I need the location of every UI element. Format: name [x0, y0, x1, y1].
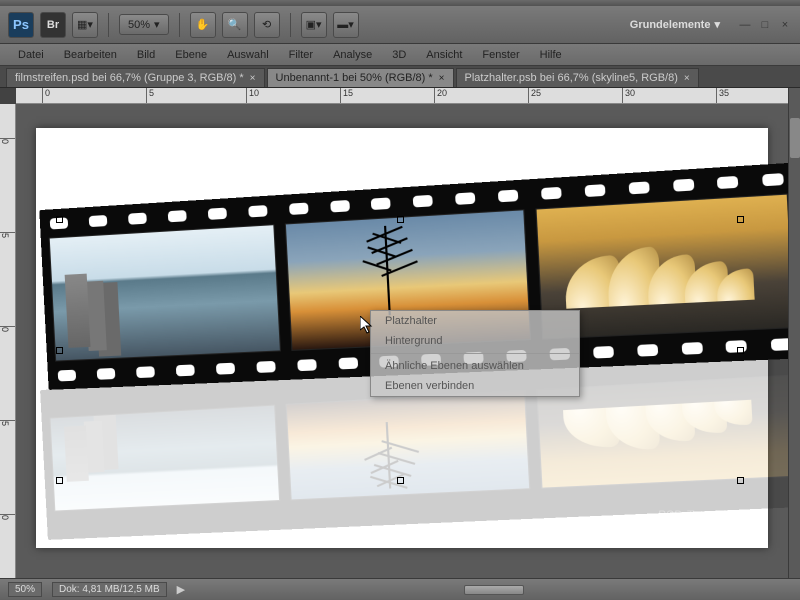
ruler-tick: 0	[0, 326, 16, 332]
ruler-tick: 35	[716, 88, 729, 104]
maximize-button[interactable]: □	[758, 18, 772, 32]
close-icon[interactable]: ×	[439, 73, 445, 84]
menu-auswahl[interactable]: Auswahl	[217, 46, 279, 64]
menu-3d[interactable]: 3D	[382, 46, 416, 64]
rotate-view-icon[interactable]: ⟲	[254, 12, 280, 38]
menu-fenster[interactable]: Fenster	[472, 46, 529, 64]
menu-bearbeiten[interactable]: Bearbeiten	[54, 46, 127, 64]
document-tab[interactable]: Platzhalter.psb bei 66,7% (skyline5, RGB…	[456, 68, 699, 87]
close-button[interactable]: ×	[778, 18, 792, 32]
ruler-tick: 10	[246, 88, 259, 104]
screen-mode-button[interactable]: ▬▾	[333, 12, 359, 38]
ruler-tick: 5	[146, 88, 154, 104]
menubar: Datei Bearbeiten Bild Ebene Auswahl Filt…	[0, 44, 800, 66]
ruler-tick: 5	[0, 420, 16, 426]
tab-label: filmstreifen.psd bei 66,7% (Gruppe 3, RG…	[15, 72, 244, 84]
close-icon[interactable]: ×	[250, 73, 256, 84]
scrollbar-thumb[interactable]	[464, 585, 524, 595]
status-doc-info[interactable]: Dok: 4,81 MB/12,5 MB	[52, 582, 167, 597]
transform-handle[interactable]	[397, 477, 404, 484]
transform-handle[interactable]	[737, 477, 744, 484]
separator	[179, 13, 180, 37]
options-toolbar: Ps Br ▦▾ 50%▾ ✋ 🔍 ⟲ ▣▾ ▬▾ Grundelemente▾…	[0, 6, 800, 44]
workspace-switcher[interactable]: Grundelemente▾	[630, 18, 720, 31]
ctx-item-platzhalter[interactable]: Platzhalter	[371, 311, 579, 331]
transform-handle[interactable]	[397, 216, 404, 223]
transform-handle[interactable]	[56, 477, 63, 484]
ruler-tick: 5	[0, 232, 16, 238]
arrange-docs-button[interactable]: ▣▾	[301, 12, 327, 38]
ruler-vertical[interactable]: 0 5 0 5 0	[0, 104, 16, 578]
minimize-button[interactable]: —	[738, 18, 752, 32]
right-panel-dock	[788, 88, 800, 578]
transform-handle[interactable]	[56, 216, 63, 223]
menu-separator	[371, 353, 579, 354]
transform-handle[interactable]	[737, 347, 744, 354]
ruler-tick: 30	[622, 88, 635, 104]
zoom-tool-icon[interactable]: 🔍	[222, 12, 248, 38]
separator	[290, 13, 291, 37]
zoom-select[interactable]: 50% ▾	[119, 14, 169, 35]
menu-filter[interactable]: Filter	[279, 46, 323, 64]
document-tab[interactable]: filmstreifen.psd bei 66,7% (Gruppe 3, RG…	[6, 68, 265, 87]
workspace-name: Grundelemente	[630, 19, 711, 31]
status-zoom[interactable]: 50%	[8, 582, 42, 597]
transform-handle[interactable]	[56, 347, 63, 354]
chevron-right-icon[interactable]: ▶	[177, 583, 185, 596]
scrollbar-horizontal[interactable]	[195, 585, 792, 595]
menu-analyse[interactable]: Analyse	[323, 46, 382, 64]
ruler-horizontal[interactable]: 0 5 10 15 20 25 30 35	[16, 88, 788, 104]
transform-handle[interactable]	[737, 216, 744, 223]
document-tab[interactable]: Unbenannt-1 bei 50% (RGB/8) * ×	[267, 68, 454, 87]
hand-tool-icon[interactable]: ✋	[190, 12, 216, 38]
statusbar: 50% Dok: 4,81 MB/12,5 MB ▶	[0, 578, 800, 600]
menu-datei[interactable]: Datei	[8, 46, 54, 64]
ruler-tick: 0	[0, 138, 16, 144]
ctx-item-merge-layers[interactable]: Ebenen verbinden	[371, 376, 579, 396]
watermark: PSD-Tutorials.de	[658, 508, 748, 522]
menu-bild[interactable]: Bild	[127, 46, 165, 64]
separator	[108, 13, 109, 37]
tab-label: Unbenannt-1 bei 50% (RGB/8) *	[276, 72, 433, 84]
ps-logo-button[interactable]: Ps	[8, 12, 34, 38]
panel-toggle[interactable]	[790, 118, 800, 158]
ruler-tick: 15	[340, 88, 353, 104]
ctx-item-hintergrund[interactable]: Hintergrund	[371, 331, 579, 351]
menu-ebene[interactable]: Ebene	[165, 46, 217, 64]
bridge-button[interactable]: Br	[40, 12, 66, 38]
tab-label: Platzhalter.psb bei 66,7% (skyline5, RGB…	[465, 72, 678, 84]
ctx-item-similar-layers[interactable]: Ähnliche Ebenen auswählen	[371, 356, 579, 376]
ruler-tick: 20	[434, 88, 447, 104]
close-icon[interactable]: ×	[684, 73, 690, 84]
ruler-tick: 25	[528, 88, 541, 104]
ruler-tick: 0	[42, 88, 50, 104]
document-tabs: filmstreifen.psd bei 66,7% (Gruppe 3, RG…	[0, 66, 800, 88]
zoom-value: 50%	[128, 19, 150, 31]
chevron-down-icon: ▾	[714, 18, 720, 31]
layout-button[interactable]: ▦▾	[72, 12, 98, 38]
menu-ansicht[interactable]: Ansicht	[416, 46, 472, 64]
context-menu: Platzhalter Hintergrund Ähnliche Ebenen …	[370, 310, 580, 397]
chevron-down-icon: ▾	[154, 18, 160, 31]
ruler-tick: 0	[0, 514, 16, 520]
menu-hilfe[interactable]: Hilfe	[530, 46, 572, 64]
